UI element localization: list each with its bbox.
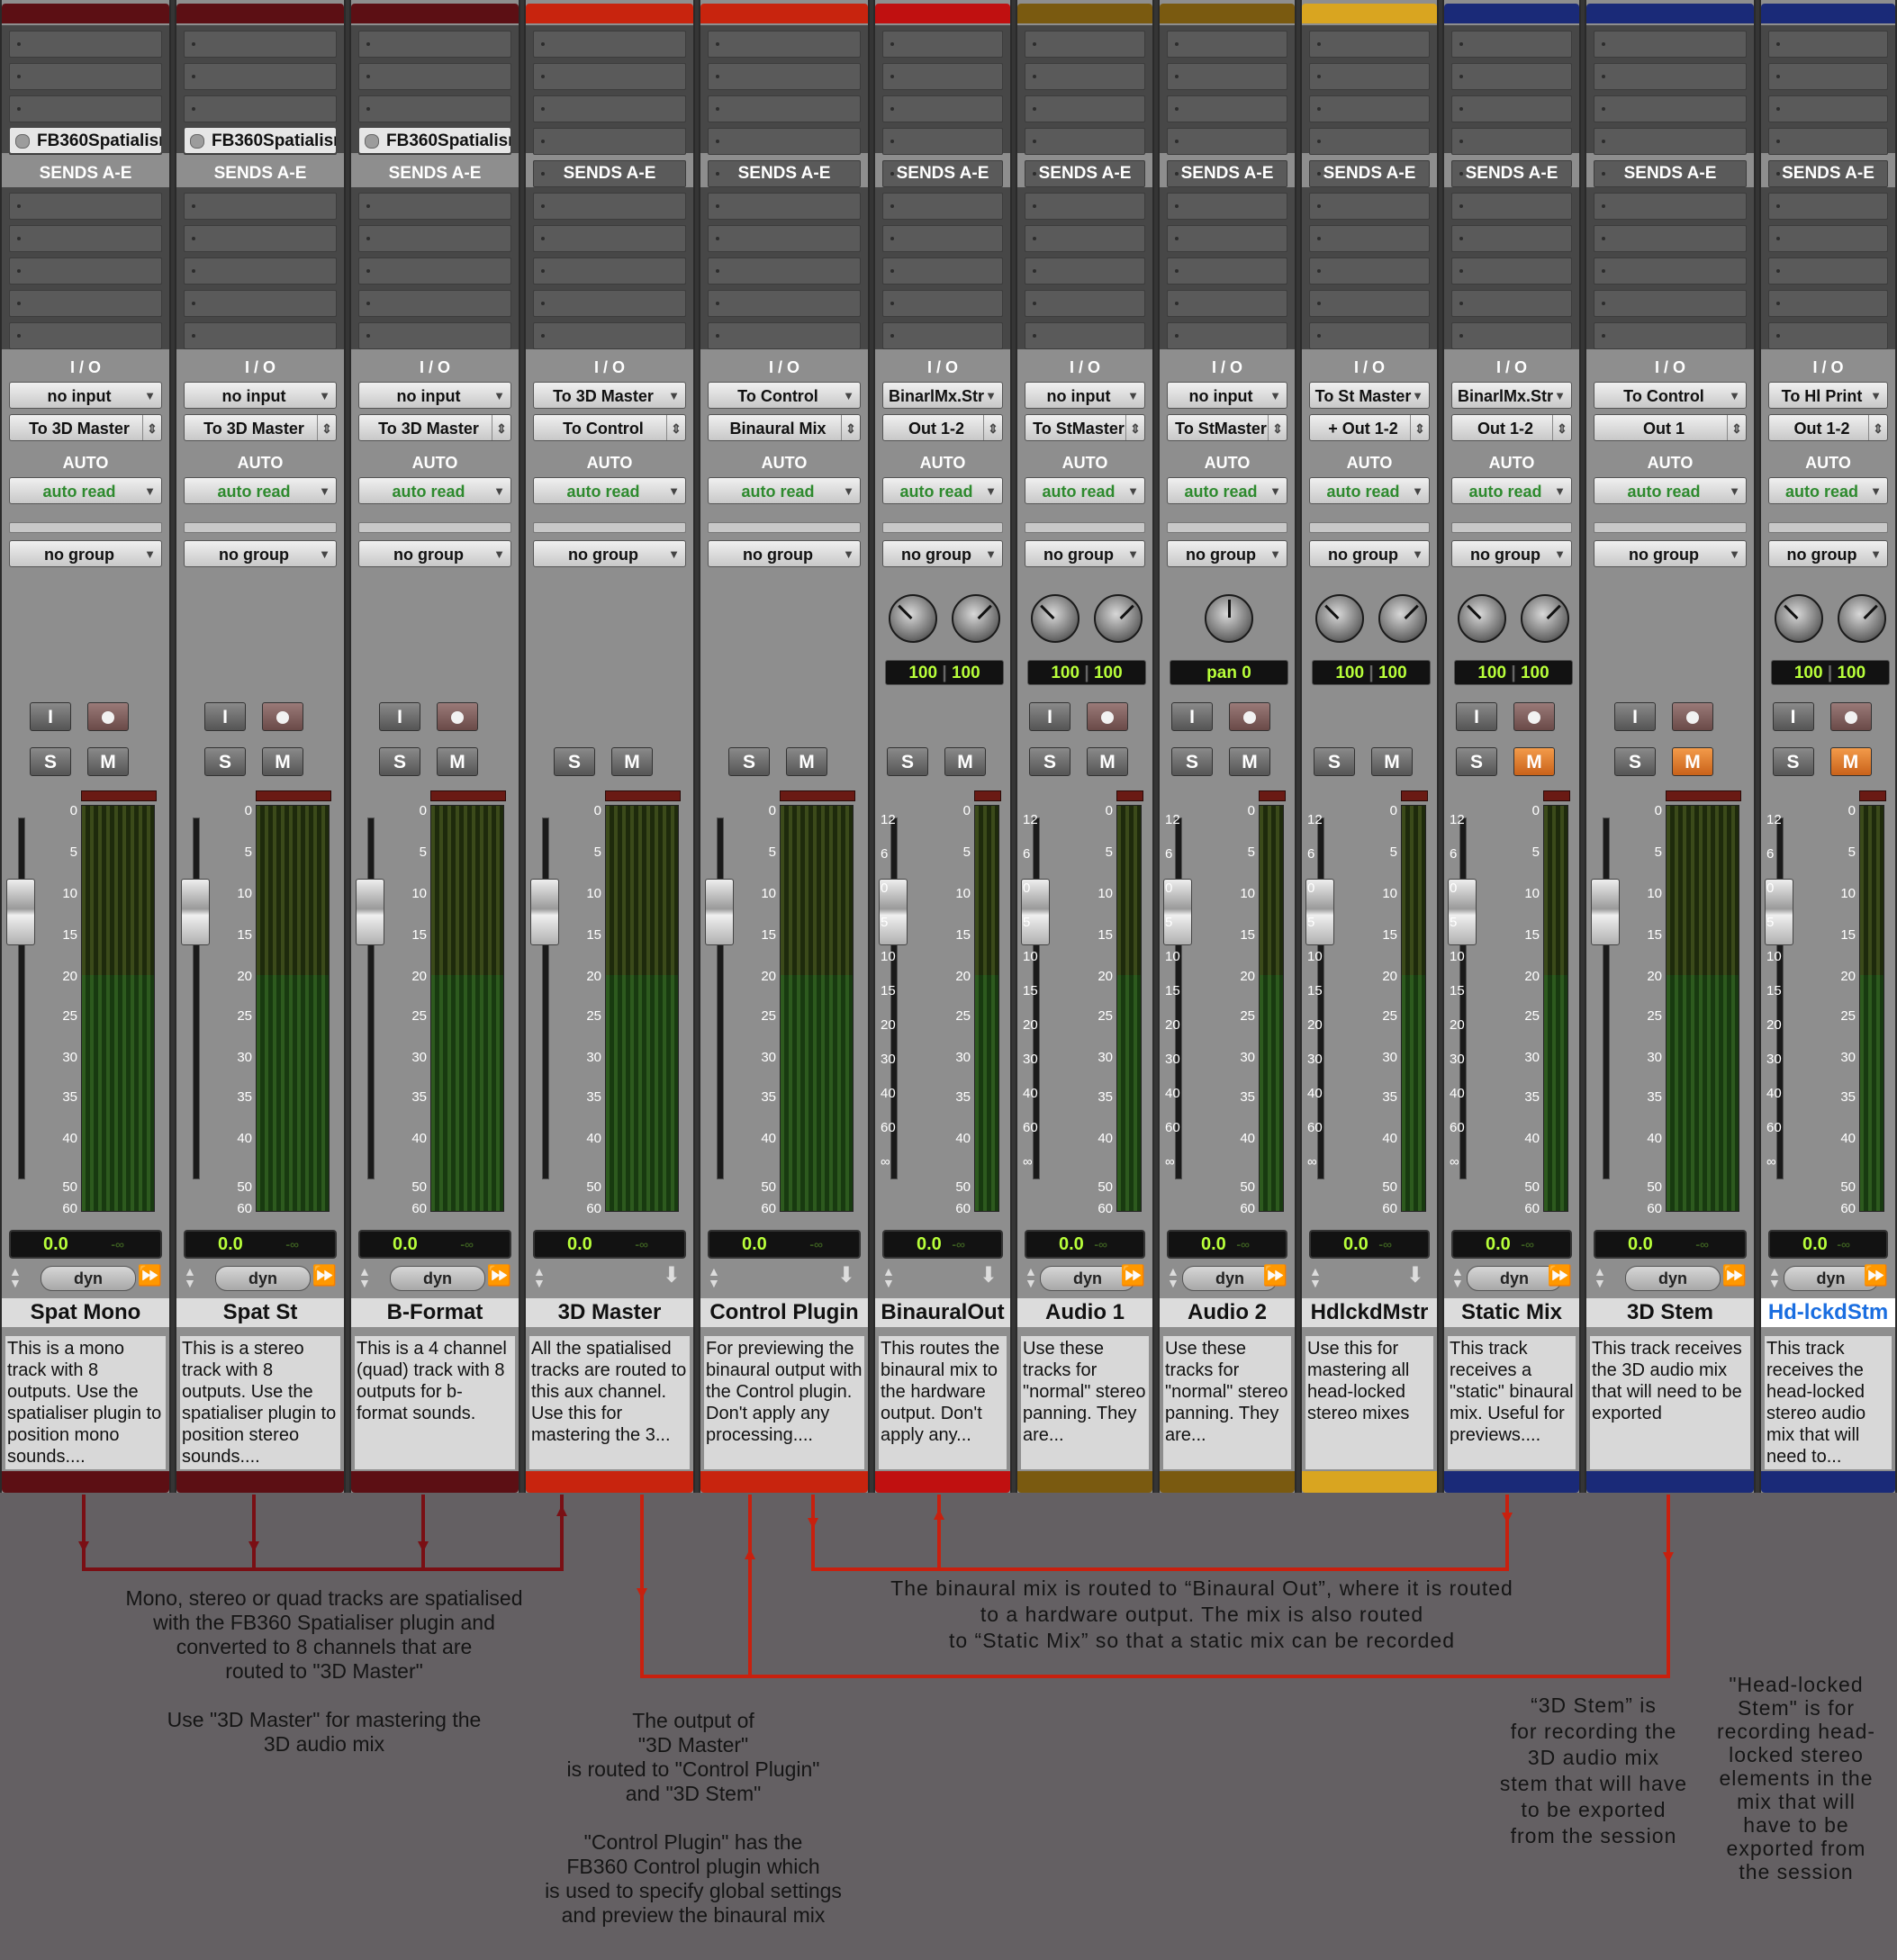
arrow-down-icon: [78, 1541, 89, 1552]
arrow-up-icon: [934, 1509, 944, 1520]
arrow-up-icon: [745, 1549, 755, 1559]
note-spatialise: Mono, stereo or quad tracks are spatiali…: [125, 1586, 523, 1756]
note-binaural: The binaural mix is routed to “Binaural …: [890, 1576, 1513, 1652]
arrow-down-icon: [1502, 1513, 1513, 1523]
note-head-locked: "Head-locked Stem" is for recording head…: [1716, 1673, 1876, 1883]
routing-line: [82, 1495, 564, 1571]
arrow-down-icon: [1663, 1552, 1674, 1563]
arrow-down-icon: [808, 1518, 818, 1529]
arrow-down-icon: [248, 1541, 259, 1552]
arrow-up-icon: [556, 1505, 567, 1516]
arrow-down-icon: [637, 1588, 647, 1599]
note-control: The output of "3D Master" is routed to "…: [545, 1709, 842, 1927]
routing-line: [811, 1495, 1509, 1571]
note-3d-stem: “3D Stem” is for recording the 3D audio …: [1499, 1694, 1688, 1847]
arrow-down-icon: [418, 1541, 429, 1552]
